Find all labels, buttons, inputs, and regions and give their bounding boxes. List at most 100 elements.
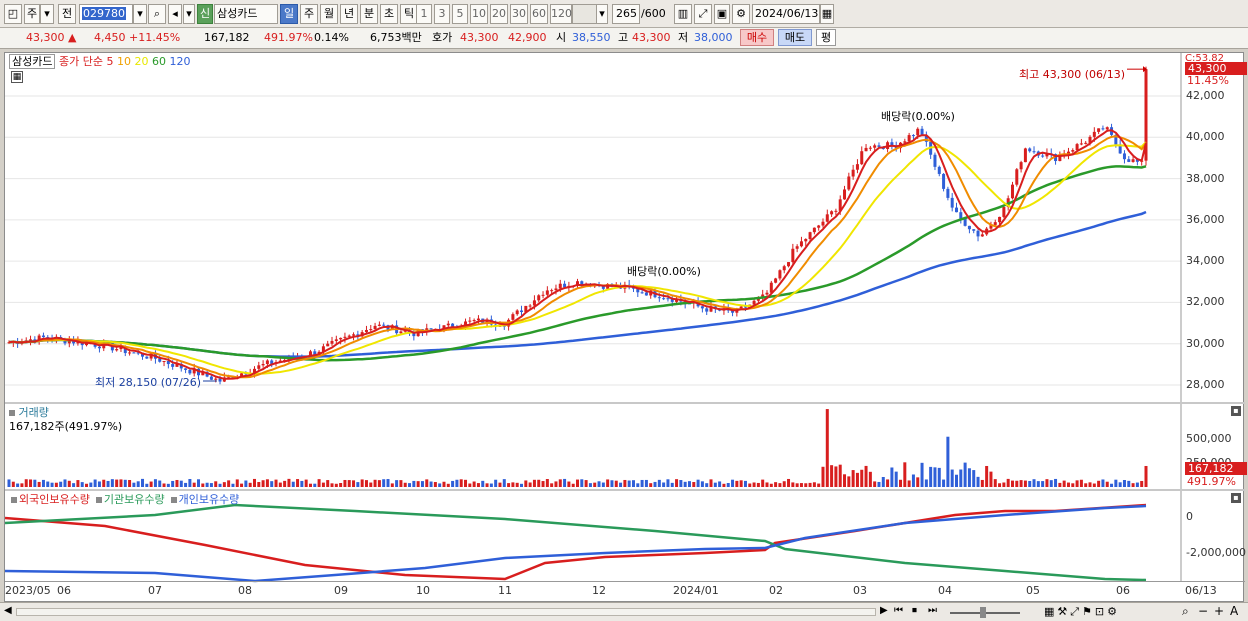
volume-bar xyxy=(399,480,403,487)
interval-30[interactable]: 30 xyxy=(510,4,528,24)
volume-bar xyxy=(214,481,218,487)
candle-body xyxy=(218,378,222,382)
scroll-track[interactable] xyxy=(16,608,876,616)
volume-bar xyxy=(1015,480,1019,487)
last-icon[interactable]: ⏭ xyxy=(928,605,937,616)
volume-bar xyxy=(748,483,752,487)
zoom-in-icon[interactable]: + xyxy=(1214,604,1224,618)
candle-body xyxy=(265,360,269,364)
stock-code-input[interactable]: 029780 xyxy=(79,4,133,24)
period-dropdown-icon[interactable]: ▾ xyxy=(40,4,54,24)
volume-bar xyxy=(395,480,399,487)
first-icon[interactable]: ⏮ xyxy=(894,605,903,616)
dividend-annotation-2: 배당락(0.00%) xyxy=(881,110,955,123)
holdings-legend-1[interactable]: 기관보유수량 xyxy=(104,493,165,506)
volume-bar xyxy=(352,480,356,487)
zoom-out-icon[interactable]: − xyxy=(1198,604,1208,618)
holdings-y-tick: -2,000,000 xyxy=(1186,546,1246,559)
save-icon[interactable]: ▣ xyxy=(714,4,730,24)
legend-ma-60[interactable]: 60 xyxy=(152,55,170,68)
period-button[interactable]: 주 xyxy=(24,4,40,24)
candle-body xyxy=(364,329,368,333)
interval-120[interactable]: 120 xyxy=(550,4,572,24)
candle-body xyxy=(347,335,351,337)
interval-dropdown-icon[interactable]: ▾ xyxy=(596,4,608,24)
volume-bar xyxy=(179,480,183,487)
volume-bar xyxy=(201,483,205,487)
scroll-right-icon[interactable]: ▶ xyxy=(880,605,888,616)
volume-bar xyxy=(46,481,50,487)
buy-button[interactable]: 매수 xyxy=(740,29,774,46)
gear-icon[interactable]: ⚙ xyxy=(732,4,750,24)
eval-button[interactable]: 평 xyxy=(816,29,836,46)
volume-bar xyxy=(1088,482,1092,487)
zoom-icon-bottom[interactable]: ⌕ xyxy=(1182,604,1189,619)
interval-60[interactable]: 60 xyxy=(530,4,548,24)
timeframe-2[interactable]: 월 xyxy=(320,4,338,24)
chart-scrollbar[interactable]: ◀ ▶ ⏮ ⏹ ⏭ ▦⚒⤢⚑⊡⚙ ⌕ − + A xyxy=(0,602,1248,621)
candle-body xyxy=(1075,144,1079,151)
scroll-left-icon[interactable]: ◀ xyxy=(4,605,12,616)
volume-bar xyxy=(696,479,700,487)
price-y-tick: 28,000 xyxy=(1186,378,1225,391)
stock-name-field[interactable]: 삼성카드 xyxy=(214,4,278,24)
range-input[interactable]: 265 xyxy=(612,4,640,24)
volume-panel-close-icon[interactable]: ▪ xyxy=(1231,406,1241,416)
volume-bar xyxy=(614,480,618,487)
sell-button[interactable]: 매도 xyxy=(778,29,812,46)
volume-bar xyxy=(158,480,162,487)
timeframe-4[interactable]: 분 xyxy=(360,4,378,24)
zoom-icon[interactable]: ⤢ xyxy=(694,4,712,24)
speaker-icon[interactable]: ◂ xyxy=(168,4,182,24)
calculator-icon[interactable]: ▦ xyxy=(11,71,23,83)
volume-bar xyxy=(916,477,920,487)
volume-bar xyxy=(666,479,670,487)
timeframe-5[interactable]: 초 xyxy=(380,4,398,24)
holdings-legend: 외국인보유수량 기관보유수량 개인보유수량 xyxy=(9,491,243,507)
legend-ma-10[interactable]: 10 xyxy=(117,55,135,68)
volume-bar xyxy=(631,480,635,487)
volume-bar xyxy=(16,483,20,487)
volume-bar xyxy=(563,478,567,487)
interval-3[interactable]: 3 xyxy=(434,4,450,24)
candle-body xyxy=(795,246,799,249)
x-axis-label: 12 xyxy=(592,584,606,597)
candle-body xyxy=(515,310,519,315)
volume-bar xyxy=(890,467,894,487)
x-axis-label: 2023/05 xyxy=(5,584,51,597)
interval-20[interactable]: 20 xyxy=(490,4,508,24)
stop-icon[interactable]: ⏹ xyxy=(912,605,917,616)
legend-ma-120[interactable]: 120 xyxy=(169,55,190,68)
timeframe-0[interactable]: 일 xyxy=(280,4,298,24)
interval-1[interactable]: 1 xyxy=(416,4,432,24)
candle-body xyxy=(468,320,472,322)
holdings-legend-2[interactable]: 개인보유수량 xyxy=(179,493,240,506)
speaker-dropdown-icon[interactable]: ▾ xyxy=(183,4,195,24)
interval-5[interactable]: 5 xyxy=(452,4,468,24)
x-axis-label: 07 xyxy=(148,584,162,597)
calendar-icon[interactable]: ▦ xyxy=(820,4,834,24)
volume-bar xyxy=(188,479,192,487)
candle-icon[interactable]: ▥ xyxy=(674,4,692,24)
tool-icons[interactable]: ▦⚒⤢⚑⊡⚙ xyxy=(1044,605,1120,619)
holdings-panel-close-icon[interactable]: ▪ xyxy=(1231,493,1241,503)
volume-y-tick: 500,000 xyxy=(1186,432,1232,445)
legend-ma-5[interactable]: 5 xyxy=(106,55,117,68)
search-icon[interactable]: ⌕ xyxy=(148,4,166,24)
panel-divider-volume[interactable] xyxy=(5,402,1245,404)
high-price: 43,300 xyxy=(632,31,671,44)
interval-10[interactable]: 10 xyxy=(470,4,488,24)
date-input[interactable]: 2024/06/13 xyxy=(752,4,820,24)
font-size-icon[interactable]: A xyxy=(1230,604,1238,618)
timeframe-3[interactable]: 년 xyxy=(340,4,358,24)
legend-ma-20[interactable]: 20 xyxy=(134,55,152,68)
chart-menu-icon[interactable]: ◰ xyxy=(4,4,22,24)
chart-area[interactable]: 삼성카드 종가 단순 5 10 20 60 120 ▦ C:53.82 43,3… xyxy=(4,52,1247,602)
volume-bar xyxy=(485,483,489,487)
zoom-slider-handle[interactable] xyxy=(980,607,986,618)
legend-stock-name[interactable]: 삼성카드 xyxy=(9,54,56,69)
holdings-legend-0[interactable]: 외국인보유수량 xyxy=(19,493,90,506)
timeframe-1[interactable]: 주 xyxy=(300,4,318,24)
code-dropdown-icon[interactable]: ▾ xyxy=(133,4,147,24)
prev-button[interactable]: 전 xyxy=(58,4,76,24)
